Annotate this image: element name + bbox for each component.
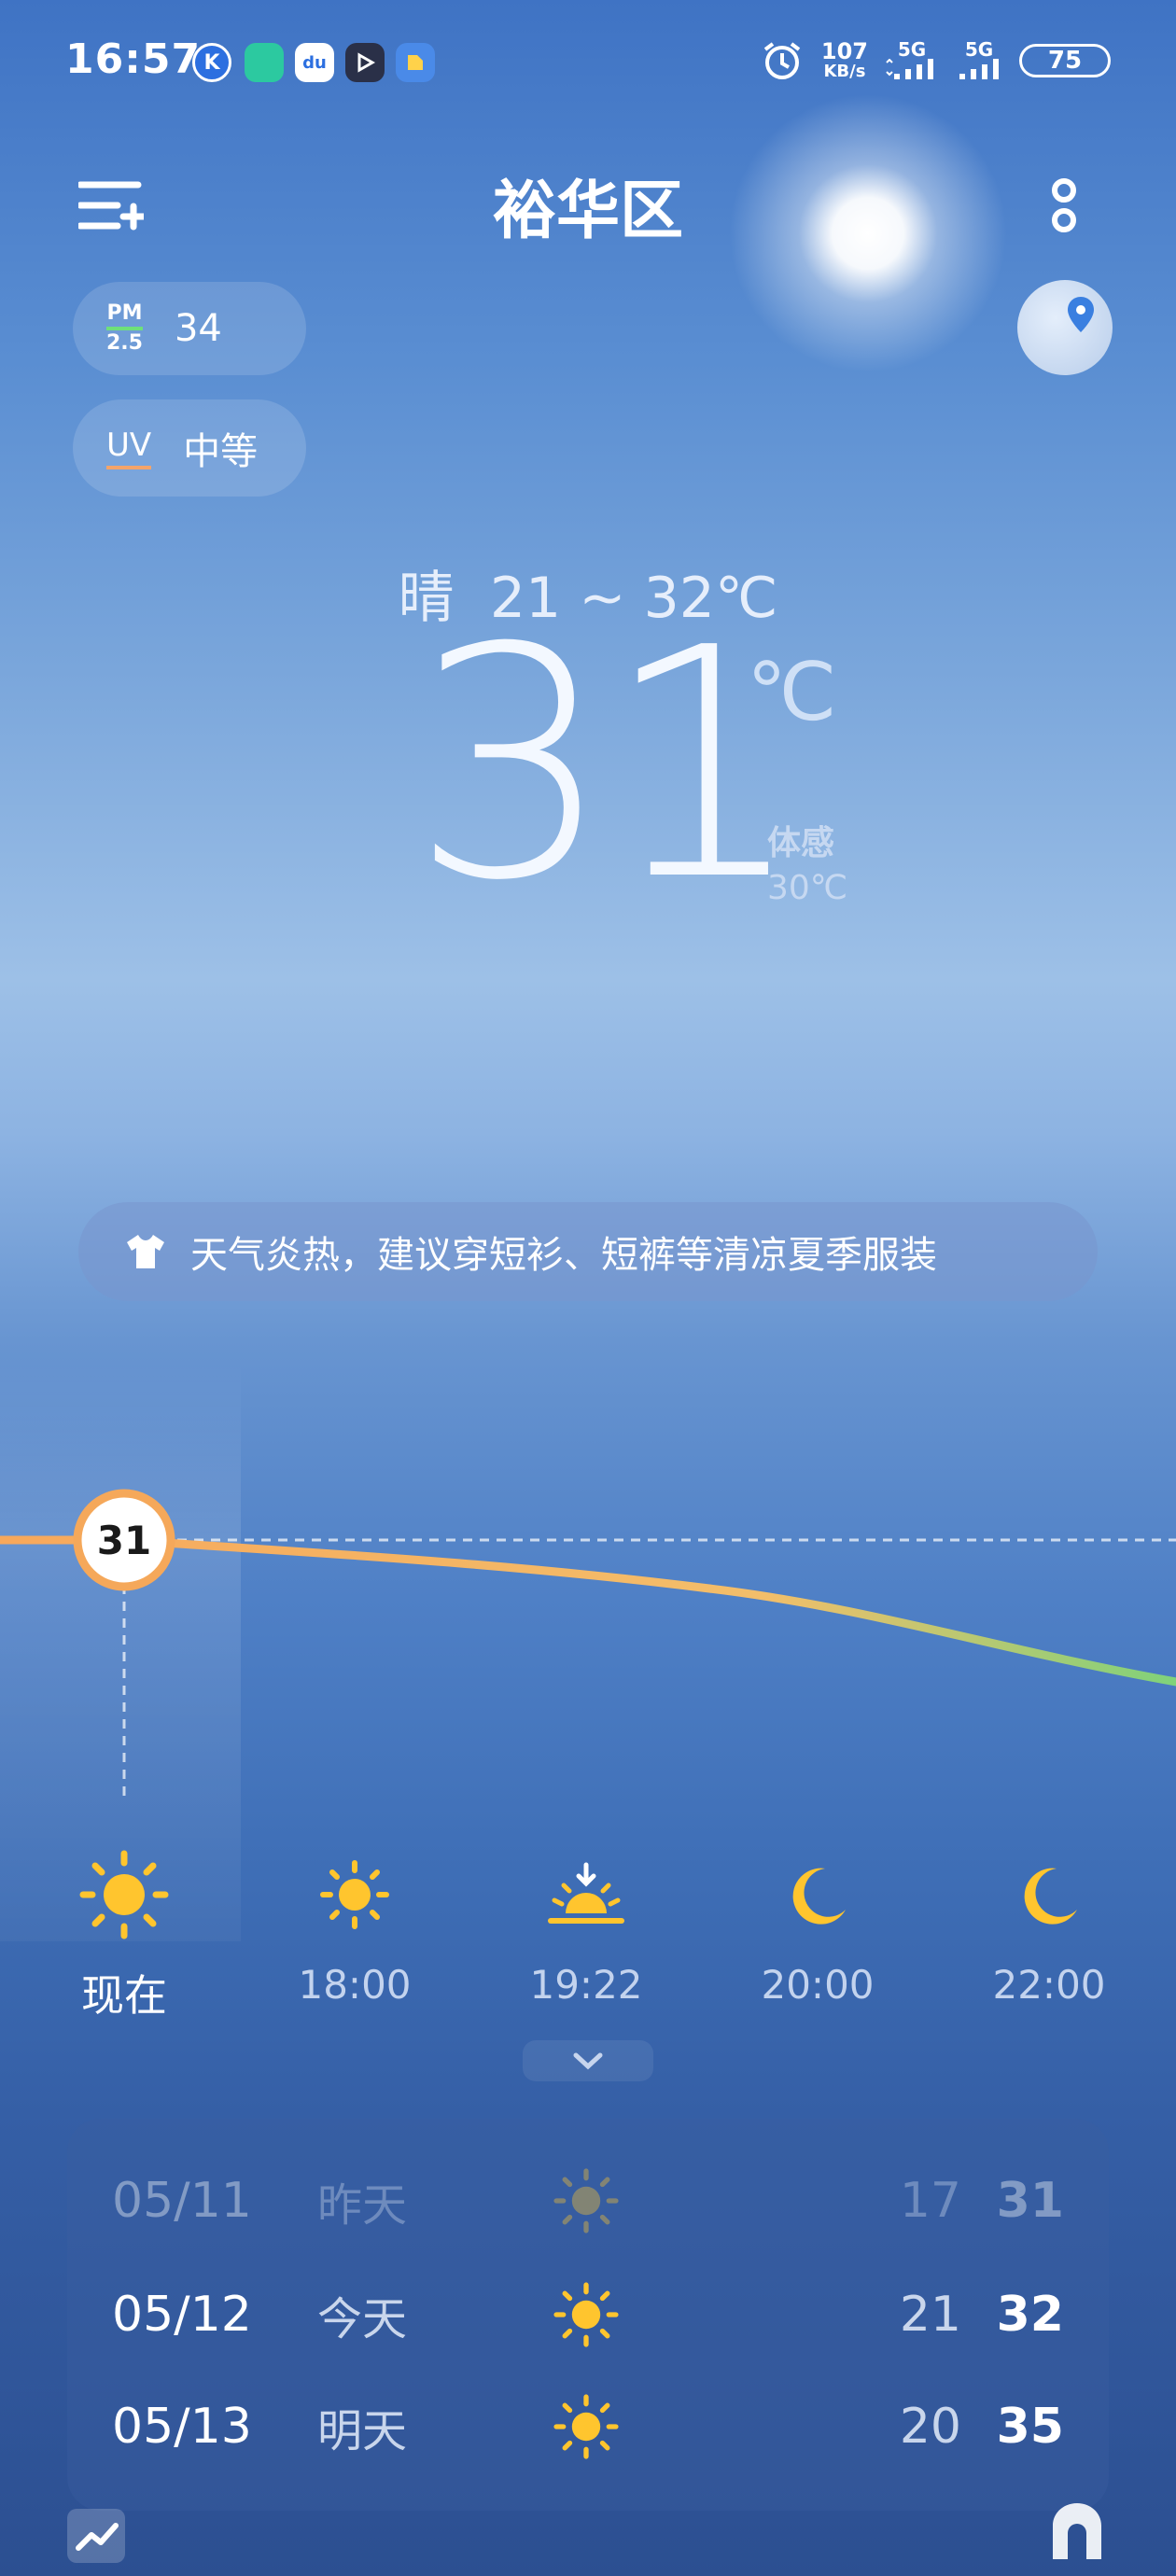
status-time: 16:57 (65, 35, 202, 83)
city-title: 裕华区 (492, 175, 683, 248)
app-k-icon: K (192, 43, 231, 82)
home-button[interactable] (1047, 2498, 1107, 2563)
play-app-icon (345, 43, 385, 82)
daily-row[interactable]: 05/11 昨天 17 31 (112, 2163, 1064, 2238)
hour-time: 19:22 (529, 1962, 643, 2008)
day-name: 昨天 (317, 2179, 408, 2232)
pm25-label: PM 2.5 (106, 301, 143, 355)
signal-bars-icon (886, 58, 933, 79)
sunset-icon (548, 1862, 624, 1924)
day-date: 05/11 (112, 2173, 252, 2229)
uv-pill[interactable]: UV 中等 (73, 399, 306, 497)
hour-item[interactable]: 现在 (21, 1848, 227, 2023)
expand-button[interactable] (523, 2040, 653, 2081)
day-date: 05/13 (112, 2399, 252, 2455)
day-high: 31 (996, 2173, 1064, 2229)
hour-time: 18:00 (298, 1962, 412, 2008)
feels-like: 体感 30℃ (767, 824, 848, 907)
hour-item[interactable]: 18:00 (252, 1848, 457, 2008)
clothing-advice[interactable]: 天气炎热，建议穿短衫、短裤等清凉夏季服装 (78, 1202, 1098, 1301)
uv-label: UV (106, 427, 152, 469)
advice-text: 天气炎热，建议穿短衫、短裤等清凉夏季服装 (190, 1234, 937, 1277)
day-high: 35 (996, 2399, 1064, 2455)
hour-time: 22:00 (992, 1962, 1106, 2008)
signal-1: 5G (885, 40, 939, 82)
battery-indicator: 75 (1019, 44, 1111, 77)
alarm-icon (763, 42, 801, 79)
net-speed: 107 KB/s (820, 38, 868, 81)
shield-app-icon (245, 43, 284, 82)
sun-icon (553, 2394, 619, 2459)
moon-icon (792, 1868, 846, 1925)
uv-value: 中等 (183, 430, 259, 473)
pm25-value: 34 (174, 307, 222, 350)
day-low: 20 (899, 2399, 961, 2455)
hour-time: 20:00 (761, 1962, 875, 2008)
daily-row[interactable]: 05/12 今天 21 32 (112, 2277, 1064, 2352)
hour-item[interactable]: 22:00 (946, 1848, 1152, 2008)
signal-bars-icon (959, 58, 999, 79)
pm25-pill[interactable]: PM 2.5 34 (73, 282, 306, 375)
temp-unit: ℃ (747, 646, 837, 739)
trend-chart-icon (76, 2523, 119, 2551)
sun-icon (553, 2282, 619, 2347)
chevron-down-icon (573, 2052, 603, 2070)
trend-button[interactable] (67, 2509, 125, 2563)
hour-time: 现在 (81, 1970, 167, 2021)
current-temperature: 31 (411, 581, 805, 950)
day-high: 32 (996, 2287, 1064, 2343)
day-name: 明天 (317, 2405, 408, 2457)
location-button[interactable] (1017, 280, 1113, 375)
moon-icon (1024, 1868, 1077, 1925)
day-low: 17 (899, 2173, 961, 2229)
tshirt-icon (127, 1235, 164, 1268)
sun-icon (553, 2168, 619, 2233)
home-icon (1053, 2503, 1101, 2559)
more-button[interactable] (1045, 168, 1083, 243)
day-low: 21 (899, 2287, 961, 2343)
files-app-icon (396, 43, 435, 82)
day-name: 今天 (317, 2293, 408, 2345)
status-right: 107 KB/s 5G 5G 75 (760, 37, 1111, 84)
location-pin-icon (1068, 297, 1094, 332)
hour-item[interactable]: 19:22 (483, 1848, 689, 2008)
sun-icon (320, 1860, 389, 1929)
sun-icon (79, 1850, 169, 1939)
more-dots-icon (1052, 178, 1076, 232)
baidu-app-icon: du (295, 43, 334, 82)
signal-2: 5G (956, 40, 1002, 82)
hour-item[interactable]: 20:00 (715, 1848, 920, 2008)
daily-row[interactable]: 05/13 明天 20 35 (112, 2389, 1064, 2464)
current-temp-label: 31 (97, 1518, 151, 1563)
day-date: 05/12 (112, 2287, 252, 2343)
